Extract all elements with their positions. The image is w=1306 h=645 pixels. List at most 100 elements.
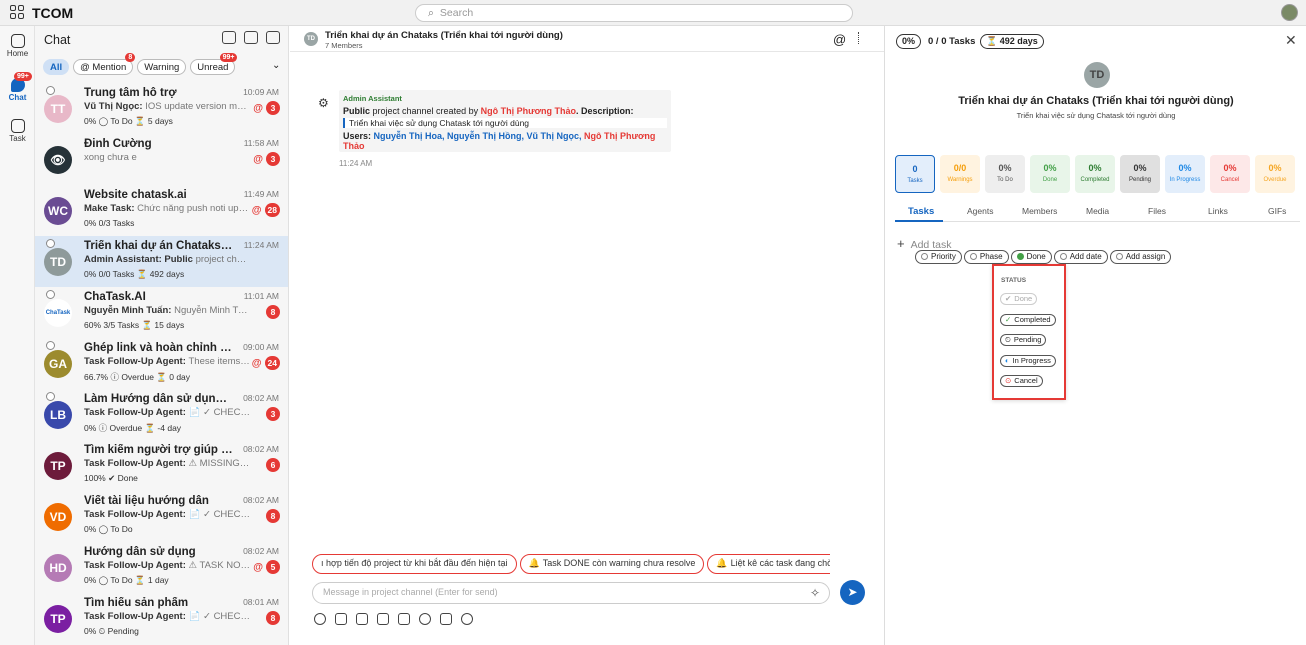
conversation-avatar: TP	[44, 452, 72, 480]
conversation-name: Tìm kiếm người trợ giúp đ...	[84, 444, 234, 456]
stat-label: Overdue	[1263, 177, 1287, 183]
status-option-cancel[interactable]: ⊙ Cancel	[1000, 375, 1043, 387]
task-option-add-assign[interactable]: Add assign	[1109, 250, 1172, 264]
apps-grid-icon[interactable]	[10, 5, 24, 19]
chevron-down-icon[interactable]: ⌄	[272, 60, 280, 71]
conversation-item[interactable]: TT Trung tâm hỗ trợ 10:09 AM Vũ Thị Ngọc: I…	[35, 83, 288, 134]
status-option-pending[interactable]: ⏲ Pending	[1000, 334, 1047, 346]
nav-task[interactable]: Task	[0, 119, 35, 143]
close-icon[interactable]: ✕	[1285, 32, 1297, 49]
add-task-input[interactable]: + Add task	[897, 236, 951, 251]
status-option-in-progress[interactable]: ◐ In Progress	[1000, 355, 1056, 367]
progress-pill: 0%	[896, 34, 922, 49]
stat-card-overdue[interactable]: 0% Overdue	[1255, 155, 1295, 193]
tab-gifs[interactable]: GIFs	[1268, 206, 1286, 216]
message-text: project channel created by	[370, 106, 481, 116]
conversation-badges: @5	[253, 560, 280, 574]
channel-title[interactable]: Triển khai dự án Chataks (Triển khai tới…	[325, 30, 563, 41]
conversation-item[interactable]: ChaTask ChaTask.AI 11:01 AM Nguyễn Minh Tuấ…	[35, 287, 288, 338]
channel-members[interactable]: 7 Members	[325, 41, 363, 50]
conversation-item[interactable]: 👁 Đinh Cường 11:58 AM xong chưa e @3	[35, 134, 288, 185]
suggestion-chip[interactable]: 🔔 Task DONE còn warning chưa resolve	[519, 554, 705, 574]
stat-card-pending[interactable]: 0% Pending	[1120, 155, 1160, 193]
tab-tasks[interactable]: Tasks	[908, 206, 934, 217]
rocket-icon[interactable]	[461, 613, 473, 625]
chat-list-title: Chat	[44, 33, 71, 47]
user-names[interactable]: Nguyễn Thị Hoa, Nguyễn Thị Hồng, Vũ Thị …	[374, 131, 585, 141]
backslash-icon[interactable]	[440, 613, 452, 625]
conversation-item[interactable]: TP Tìm kiếm người trợ giúp đ... 08:02 AM Ta…	[35, 440, 288, 491]
image-icon[interactable]	[356, 613, 368, 625]
preview-sender: Task Follow-Up Agent:	[84, 458, 189, 469]
task-list-icon[interactable]	[858, 32, 870, 44]
option-label: Add date	[1069, 252, 1102, 261]
option-label: Priority	[931, 252, 956, 261]
creator-name[interactable]: Ngô Thị Phương Thảo	[481, 106, 576, 116]
task-option-add-date[interactable]: Add date	[1053, 250, 1108, 264]
conversation-badges: 3	[266, 407, 280, 421]
filter-mention[interactable]: @ Mention 8	[73, 53, 136, 75]
mention-icon: @	[253, 153, 263, 165]
conversation-item[interactable]: GA Ghép link và hoàn chỉnh p... 09:00 AM Ta…	[35, 338, 288, 389]
stat-card-cancel[interactable]: 0% Cancel	[1210, 155, 1250, 193]
conversation-meta: 0% ◯ To Do ⏳ 1 day	[84, 575, 169, 585]
nav-home[interactable]: Home	[0, 34, 35, 58]
stat-card-warnings[interactable]: 0/0 Warnings	[940, 155, 980, 193]
message-input[interactable]: Message in project channel (Enter for se…	[312, 582, 830, 604]
conversation-meta: 0% ⓘ Overdue ⏳ -4 day	[84, 423, 182, 433]
at-icon[interactable]	[419, 613, 431, 625]
slash-command-icon[interactable]	[398, 613, 410, 625]
suggestion-chip[interactable]: ı hợp tiến độ project từ khi bắt đầu đến…	[312, 554, 517, 574]
conversation-avatar: WC	[44, 197, 72, 225]
conversation-item[interactable]: LB Làm Hướng dẫn sử dụng ... 08:02 AM Task …	[35, 389, 288, 440]
sparkle-icon[interactable]: ✧	[810, 586, 820, 600]
stat-value: 0%	[998, 163, 1012, 173]
tab-agents[interactable]: Agents	[967, 206, 993, 216]
stat-card-done[interactable]: 0% Done	[1030, 155, 1070, 193]
stat-card-tasks[interactable]: 0 Tasks	[895, 155, 935, 193]
conversation-item[interactable]: TD Triển khai dự án Chataks (... 11:24 AM A…	[35, 236, 288, 287]
conversation-item[interactable]: WC Website chatask.ai 11:49 AM Make Task: C…	[35, 185, 288, 236]
folder-icon[interactable]	[377, 613, 389, 625]
users-label: Users:	[343, 131, 374, 141]
stat-card-completed[interactable]: 0% Completed	[1075, 155, 1115, 193]
conversation-avatar: 👁	[44, 146, 72, 174]
conversation-item[interactable]: VD Viết tài liệu hướng dẫn 08:02 AM Task Fo…	[35, 491, 288, 542]
filter-warning[interactable]: Warning	[137, 59, 187, 75]
send-button[interactable]: ➤	[840, 580, 865, 605]
nav-chat[interactable]: 99+ Chat	[0, 72, 35, 102]
option-icon	[969, 253, 977, 260]
status-label: Completed	[1014, 315, 1051, 324]
channel-view: TD Triển khai dự án Chataks (Triển khai …	[290, 26, 885, 645]
tab-media[interactable]: Media	[1086, 206, 1109, 216]
compose-icon[interactable]	[244, 31, 258, 44]
conversation-item[interactable]: TP Tìm hiểu sản phẩm 08:01 AM Task Follow-U…	[35, 593, 288, 644]
stat-card-in-progress[interactable]: 0% In Progress	[1165, 155, 1205, 193]
task-option-priority[interactable]: Priority	[915, 250, 962, 264]
conversation-meta: 60% 3/5 Tasks ⏳ 15 days	[84, 320, 185, 330]
tab-links[interactable]: Links	[1208, 206, 1228, 216]
suggestion-chip[interactable]: 🔔Liệt kê các task đang chờ phê	[707, 554, 830, 574]
task-option-phase[interactable]: Phase	[963, 250, 1009, 264]
emoji-icon[interactable]	[314, 613, 326, 625]
add-user-icon[interactable]	[222, 31, 236, 44]
conversation-item[interactable]: HD Hướng dẫn sử dụng 08:02 AM Task Follow-U…	[35, 542, 288, 593]
status-option-completed[interactable]: ✓ Completed	[1000, 314, 1056, 326]
tab-members[interactable]: Members	[1022, 206, 1057, 216]
microphone-icon[interactable]	[335, 613, 347, 625]
filter-all[interactable]: All	[43, 59, 70, 75]
task-option-done[interactable]: Done	[1010, 250, 1052, 264]
mention-icon[interactable]: @	[833, 32, 846, 47]
search-input[interactable]: ⌕ Search	[415, 4, 853, 22]
stat-value: 0/0	[953, 163, 967, 173]
profile-avatar[interactable]	[1281, 4, 1298, 21]
filter-unread[interactable]: Unread 99+	[190, 53, 238, 75]
unread-count: 8	[266, 611, 280, 625]
stat-card-to-do[interactable]: 0% To Do	[985, 155, 1025, 193]
new-channel-icon[interactable]	[266, 31, 280, 44]
stat-label: Tasks	[907, 178, 923, 184]
filter-badge: 8	[125, 53, 136, 62]
tab-files[interactable]: Files	[1148, 206, 1166, 216]
preview-sender: Task Follow-Up Agent:	[84, 509, 189, 520]
status-option-done[interactable]: ✔ Done	[1000, 293, 1038, 305]
